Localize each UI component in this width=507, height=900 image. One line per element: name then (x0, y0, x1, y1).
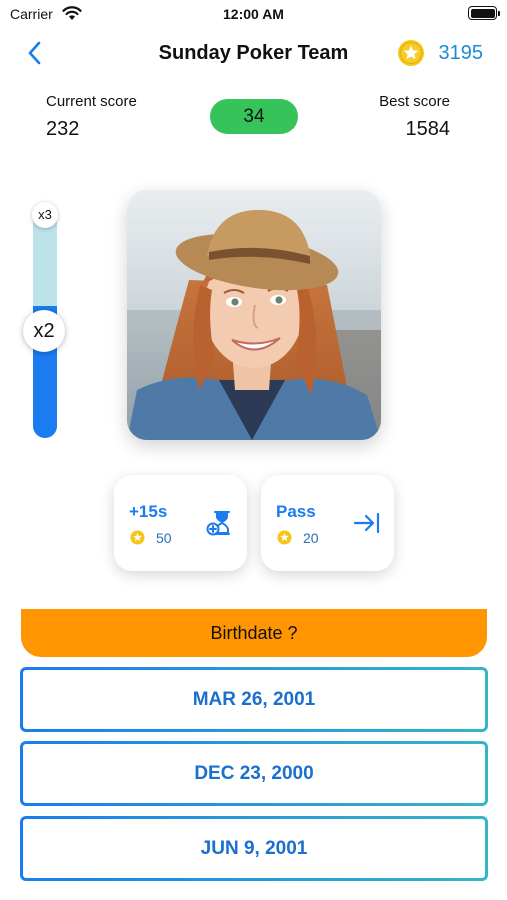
current-score-value: 232 (46, 118, 80, 140)
answer-label: MAR 26, 2001 (23, 670, 485, 729)
skip-arrow-icon (353, 512, 380, 534)
pass-powerup-button[interactable]: Pass 20 (261, 475, 394, 571)
multiplier-max-knob: x3 (32, 202, 58, 228)
powerup-label: Pass (276, 502, 316, 521)
answer-option-3[interactable]: JUN 9, 2001 (20, 816, 488, 881)
hourglass-add-icon (206, 511, 230, 536)
current-score-label: Current score (46, 93, 137, 110)
coin-balance: 3195 (438, 42, 484, 64)
battery-icon (468, 6, 500, 20)
star-coin-icon (277, 530, 292, 545)
status-clock: 12:00 AM (223, 6, 284, 22)
question-banner: Birthdate ? (21, 609, 487, 657)
powerup-label: +15s (129, 502, 168, 521)
powerup-cost: 20 (303, 530, 319, 546)
status-bar: Carrier 12:00 AM (0, 0, 507, 30)
star-coin-icon (130, 530, 145, 545)
multiplier-gauge: x3 x2 (23, 202, 65, 438)
person-photo (127, 190, 381, 440)
multiplier-current-knob: x2 (23, 310, 65, 352)
best-score-label: Best score (379, 93, 450, 110)
answer-label: JUN 9, 2001 (23, 819, 485, 878)
answer-option-2[interactable]: DEC 23, 2000 (20, 741, 488, 806)
round-score-badge: 34 (210, 99, 298, 134)
navigation-bar: Sunday Poker Team 3195 (0, 30, 507, 76)
star-coin-icon (398, 40, 424, 66)
answer-option-1[interactable]: MAR 26, 2001 (20, 667, 488, 732)
powerup-cost: 50 (156, 530, 172, 546)
page-title: Sunday Poker Team (158, 42, 349, 64)
best-score-value: 1584 (405, 118, 451, 140)
answer-label: DEC 23, 2000 (23, 744, 485, 803)
add-time-powerup-button[interactable]: +15s 50 (114, 475, 247, 571)
